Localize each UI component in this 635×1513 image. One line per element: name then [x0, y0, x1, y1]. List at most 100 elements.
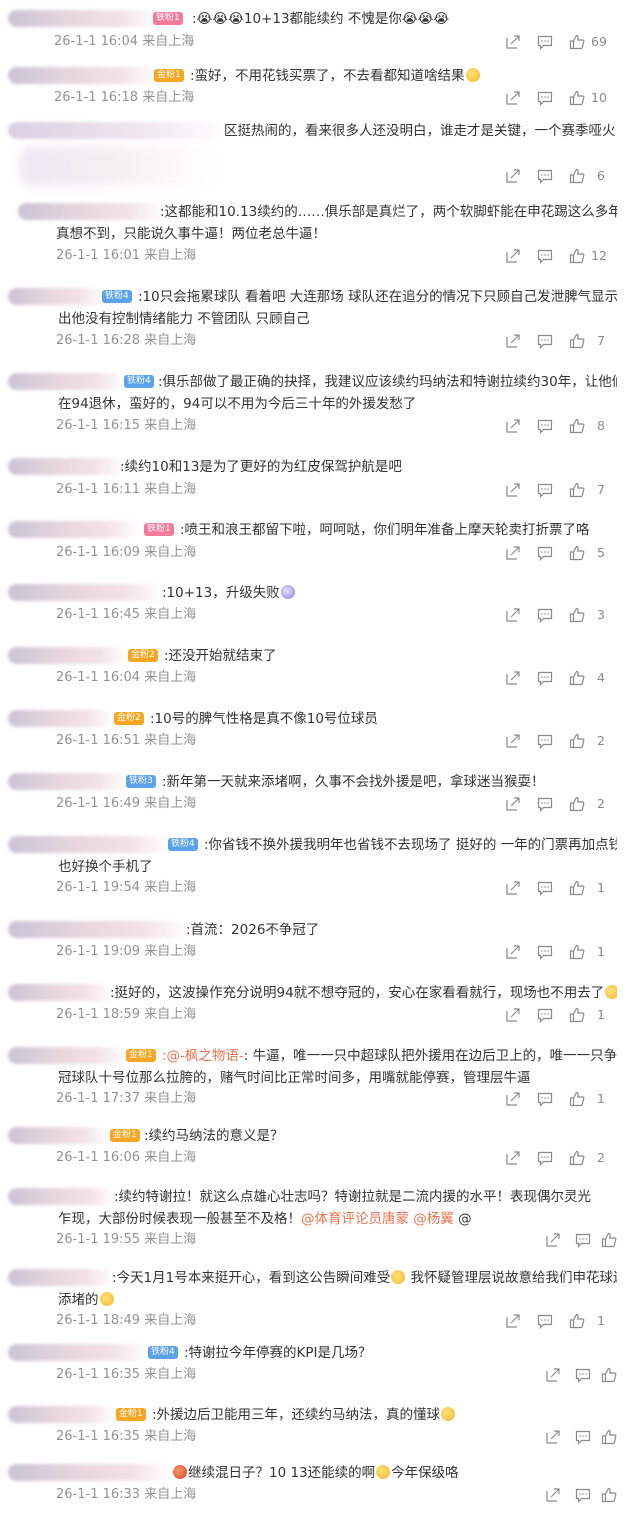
username-blurred[interactable]: [8, 521, 140, 538]
comment-icon[interactable]: [575, 1429, 591, 1445]
username-blurred[interactable]: [8, 373, 126, 390]
username-blurred[interactable]: [18, 203, 164, 220]
comment-actions: 2: [505, 733, 615, 749]
like-icon[interactable]: [569, 333, 585, 349]
like-count: 6: [597, 168, 605, 183]
share-icon[interactable]: [505, 545, 521, 561]
like-icon[interactable]: [601, 1232, 617, 1248]
share-icon[interactable]: [505, 796, 521, 812]
like-icon[interactable]: [569, 90, 585, 106]
like-icon[interactable]: [569, 670, 585, 686]
mention-link[interactable]: :@-枫之物语-: [162, 1048, 244, 1064]
share-icon[interactable]: [505, 168, 521, 184]
comment-icon[interactable]: [537, 1091, 553, 1107]
comment-actions: [545, 1367, 617, 1383]
like-icon[interactable]: [569, 545, 585, 561]
username-blurred[interactable]: [8, 67, 158, 84]
share-icon[interactable]: [545, 1429, 561, 1445]
username-blurred[interactable]: [8, 647, 128, 664]
username-blurred[interactable]: [8, 1127, 108, 1144]
like-icon[interactable]: [569, 880, 585, 896]
comment-icon[interactable]: [537, 607, 553, 623]
share-icon[interactable]: [505, 248, 521, 264]
comment-icon[interactable]: [537, 248, 553, 264]
like-icon[interactable]: [569, 248, 585, 264]
like-icon[interactable]: [601, 1429, 617, 1445]
comment-icon[interactable]: [537, 1150, 553, 1166]
like-icon[interactable]: [569, 1007, 585, 1023]
comment-icon[interactable]: [537, 880, 553, 896]
share-icon[interactable]: [505, 944, 521, 960]
comment-icon[interactable]: [537, 34, 553, 50]
like-icon[interactable]: [569, 168, 585, 184]
share-icon[interactable]: [545, 1367, 561, 1383]
username-blurred[interactable]: [8, 984, 112, 1001]
username-blurred[interactable]: [8, 710, 114, 727]
like-icon[interactable]: [601, 1487, 617, 1503]
comment-meta: 26-1-1 19:09 来自上海: [56, 944, 197, 959]
comment-actions: 2: [505, 1150, 615, 1166]
username-blurred[interactable]: [8, 1344, 148, 1361]
like-icon[interactable]: [601, 1367, 617, 1383]
comment-text-body: :外援边后卫能用三年，还续约马纳法，真的懂球: [152, 1407, 441, 1423]
like-icon[interactable]: [569, 733, 585, 749]
comment-icon[interactable]: [537, 1007, 553, 1023]
username-blurred[interactable]: [8, 122, 228, 139]
comment-icon[interactable]: [537, 90, 553, 106]
username-blurred[interactable]: [8, 1188, 116, 1205]
comment-icon[interactable]: [575, 1487, 591, 1503]
username-blurred[interactable]: [8, 1406, 116, 1423]
share-icon[interactable]: [505, 880, 521, 896]
share-icon[interactable]: [505, 90, 521, 106]
username-blurred[interactable]: [8, 10, 158, 27]
share-icon[interactable]: [505, 34, 521, 50]
comment-icon[interactable]: [537, 333, 553, 349]
fan-badge: 金粉2: [128, 649, 158, 662]
share-icon[interactable]: [505, 418, 521, 434]
like-icon[interactable]: [569, 418, 585, 434]
like-icon[interactable]: [569, 1091, 585, 1107]
like-icon[interactable]: [569, 482, 585, 498]
comment-icon[interactable]: [537, 670, 553, 686]
comment-meta: 26-1-1 16:49 来自上海: [56, 796, 197, 811]
like-icon[interactable]: [569, 796, 585, 812]
comment-icon[interactable]: [575, 1367, 591, 1383]
like-icon[interactable]: [569, 34, 585, 50]
share-icon[interactable]: [505, 733, 521, 749]
username-blurred[interactable]: [8, 288, 104, 305]
username-blurred[interactable]: [8, 1269, 114, 1286]
username-blurred[interactable]: [8, 921, 188, 938]
share-icon[interactable]: [545, 1232, 561, 1248]
share-icon[interactable]: [505, 482, 521, 498]
username-blurred[interactable]: [8, 1047, 126, 1064]
like-icon[interactable]: [569, 1313, 585, 1329]
comment-icon[interactable]: [537, 482, 553, 498]
comment-icon[interactable]: [537, 796, 553, 812]
comment-meta: 26-1-1 16:51 来自上海: [56, 733, 197, 748]
username-blurred[interactable]: [8, 584, 164, 601]
share-icon[interactable]: [505, 670, 521, 686]
username-blurred[interactable]: [8, 836, 170, 853]
like-icon[interactable]: [569, 607, 585, 623]
comment-icon[interactable]: [537, 168, 553, 184]
share-icon[interactable]: [505, 1313, 521, 1329]
share-icon[interactable]: [505, 1091, 521, 1107]
comment-icon[interactable]: [575, 1232, 591, 1248]
mention-link[interactable]: @体育评论员唐蒙 @杨翼: [301, 1211, 454, 1227]
username-blurred[interactable]: [8, 1464, 172, 1481]
comment-icon[interactable]: [537, 545, 553, 561]
share-icon[interactable]: [545, 1487, 561, 1503]
username-blurred[interactable]: [8, 458, 124, 475]
like-count: 1: [597, 1091, 605, 1106]
share-icon[interactable]: [505, 1007, 521, 1023]
comment-icon[interactable]: [537, 418, 553, 434]
comment-icon[interactable]: [537, 944, 553, 960]
comment-icon[interactable]: [537, 733, 553, 749]
share-icon[interactable]: [505, 1150, 521, 1166]
share-icon[interactable]: [505, 333, 521, 349]
like-icon[interactable]: [569, 1150, 585, 1166]
comment-icon[interactable]: [537, 1313, 553, 1329]
username-blurred[interactable]: [8, 773, 128, 790]
share-icon[interactable]: [505, 607, 521, 623]
like-icon[interactable]: [569, 944, 585, 960]
